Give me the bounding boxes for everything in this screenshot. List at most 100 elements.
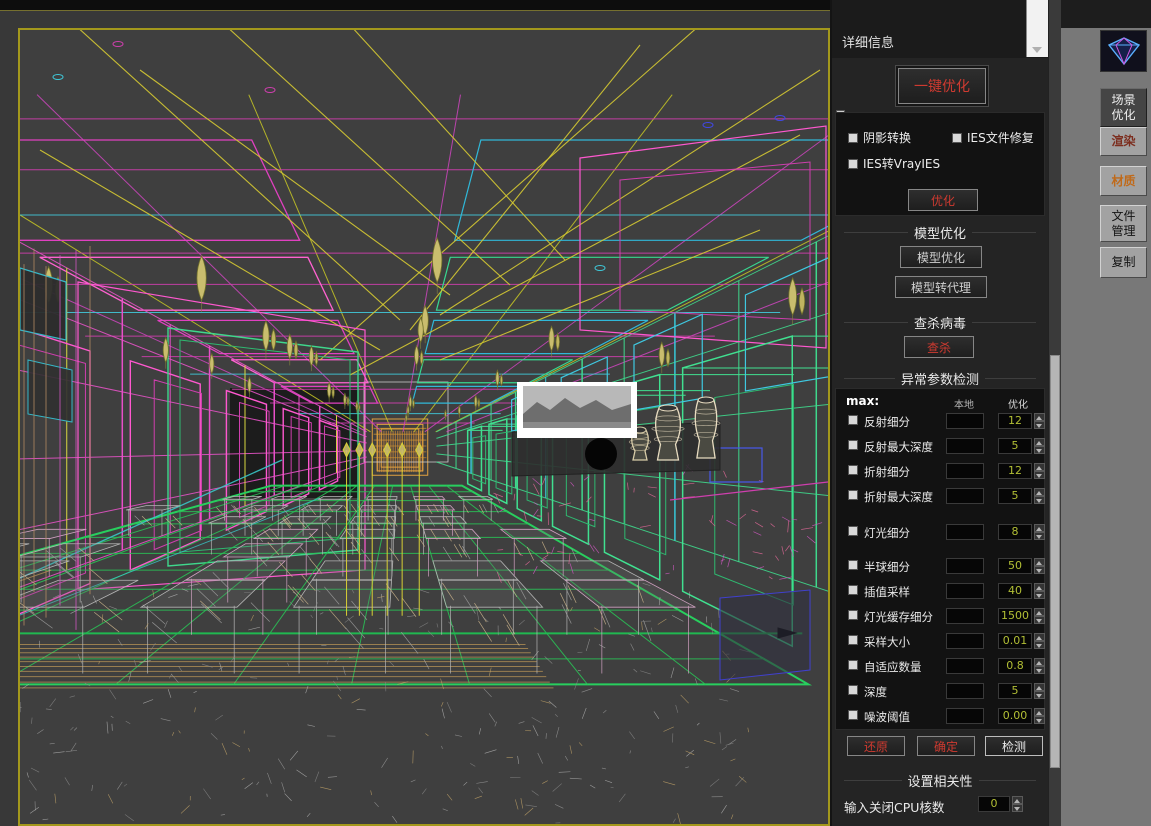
- checkbox-icon[interactable]: [848, 660, 858, 670]
- spinner-down-icon[interactable]: [1034, 591, 1045, 599]
- param-local-input[interactable]: [946, 608, 984, 624]
- spinner-up-icon[interactable]: [1034, 488, 1045, 496]
- spinner-down-icon[interactable]: [1034, 691, 1045, 699]
- chevron-down-icon[interactable]: [1032, 47, 1042, 53]
- spinner-down-icon[interactable]: [1034, 471, 1045, 479]
- param-optimized-input[interactable]: 50: [998, 558, 1032, 574]
- param-optimized-input[interactable]: 12: [998, 413, 1032, 429]
- viewport-canvas[interactable]: [18, 28, 830, 826]
- spinner-up-icon[interactable]: [1034, 524, 1045, 532]
- param-local-input[interactable]: [946, 683, 984, 699]
- spinner-down-icon[interactable]: [1034, 666, 1045, 674]
- param-spinner[interactable]: [1034, 488, 1045, 504]
- spinner-up-icon[interactable]: [1034, 683, 1045, 691]
- param-optimized-input[interactable]: 0.8: [998, 658, 1032, 674]
- param-spinner[interactable]: [1034, 438, 1045, 454]
- param-spinner[interactable]: [1034, 583, 1045, 599]
- checkbox-icon[interactable]: [848, 685, 858, 695]
- param-optimized-input[interactable]: 5: [998, 438, 1032, 454]
- spinner-down-icon[interactable]: [1034, 496, 1045, 504]
- checkbox-icon[interactable]: [848, 490, 858, 500]
- scrollbar-thumb[interactable]: [1050, 355, 1060, 768]
- param-local-input[interactable]: [946, 583, 984, 599]
- spinner-up-icon[interactable]: [1034, 438, 1045, 446]
- checkbox-icon[interactable]: [848, 526, 858, 536]
- param-spinner[interactable]: [1034, 683, 1045, 699]
- param-optimized-input[interactable]: 40: [998, 583, 1032, 599]
- param-optimized-input[interactable]: 5: [998, 488, 1032, 504]
- toolbar-tab-scene-optimize[interactable]: 场景优化: [1100, 88, 1147, 127]
- spinner-up-icon[interactable]: [1034, 658, 1045, 666]
- checkbox-icon[interactable]: [848, 560, 858, 570]
- spinner-up-icon[interactable]: [1012, 796, 1023, 804]
- param-optimized-input[interactable]: 12: [998, 463, 1032, 479]
- detail-scrollbar[interactable]: [1026, 0, 1048, 57]
- param-local-input[interactable]: [946, 488, 984, 504]
- spinner-down-icon[interactable]: [1034, 616, 1045, 624]
- checkbox-icon[interactable]: [848, 159, 858, 169]
- cpu-cores-input[interactable]: 0: [978, 796, 1010, 812]
- virus-scan-button[interactable]: 查杀: [904, 336, 974, 358]
- checkbox-icon[interactable]: [848, 710, 858, 720]
- checkbox-icon[interactable]: [848, 635, 858, 645]
- optimize-button[interactable]: 优化: [908, 189, 978, 211]
- checkbox-icon[interactable]: [848, 465, 858, 475]
- spinner-down-icon[interactable]: [1034, 566, 1045, 574]
- spinner-up-icon[interactable]: [1034, 608, 1045, 616]
- checkbox-icon[interactable]: [848, 440, 858, 450]
- one-click-optimize-button[interactable]: 一键优化: [898, 68, 986, 104]
- param-optimized-input[interactable]: 8: [998, 524, 1032, 540]
- spinner-up-icon[interactable]: [1034, 463, 1045, 471]
- model-optimize-button[interactable]: 模型优化: [900, 246, 982, 268]
- spinner-down-icon[interactable]: [1034, 446, 1045, 454]
- spinner-up-icon[interactable]: [1034, 633, 1045, 641]
- param-local-input[interactable]: [946, 413, 984, 429]
- spinner-up-icon[interactable]: [1034, 413, 1045, 421]
- param-local-input[interactable]: [946, 658, 984, 674]
- param-spinner[interactable]: [1034, 608, 1045, 624]
- param-spinner[interactable]: [1034, 524, 1045, 540]
- checkbox-icon[interactable]: [848, 133, 858, 143]
- toolbar-tab-file-manage[interactable]: 文件管理: [1100, 205, 1147, 242]
- checkbox-ies-to-vrayies[interactable]: IES转VrayIES: [848, 155, 940, 172]
- confirm-button[interactable]: 确定: [917, 736, 975, 756]
- param-spinner[interactable]: [1034, 558, 1045, 574]
- toolbar-tab-copy[interactable]: 复制: [1100, 247, 1147, 278]
- param-local-input[interactable]: [946, 524, 984, 540]
- model-to-proxy-button[interactable]: 模型转代理: [895, 276, 987, 298]
- param-spinner[interactable]: [1034, 463, 1045, 479]
- panel-scrollbar[interactable]: [1048, 0, 1061, 826]
- checkbox-icon[interactable]: [848, 585, 858, 595]
- toolbar-tab-material[interactable]: 材质: [1100, 166, 1147, 196]
- spinner-up-icon[interactable]: [1034, 583, 1045, 591]
- toolbar-tab-render[interactable]: 渲染: [1100, 127, 1147, 156]
- checkbox-ies-repair[interactable]: IES文件修复: [952, 129, 1034, 146]
- cpu-cores-spinner[interactable]: [1012, 796, 1023, 812]
- param-spinner[interactable]: [1034, 633, 1045, 649]
- param-spinner[interactable]: [1034, 708, 1045, 724]
- param-optimized-input[interactable]: 1500: [998, 608, 1032, 624]
- param-optimized-input[interactable]: 5: [998, 683, 1032, 699]
- checkbox-icon[interactable]: [952, 133, 962, 143]
- checkbox-icon[interactable]: [848, 610, 858, 620]
- param-local-input[interactable]: [946, 633, 984, 649]
- spinner-down-icon[interactable]: [1034, 716, 1045, 724]
- param-spinner[interactable]: [1034, 658, 1045, 674]
- spinner-down-icon[interactable]: [1034, 641, 1045, 649]
- spinner-down-icon[interactable]: [1034, 532, 1045, 540]
- param-spinner[interactable]: [1034, 413, 1045, 429]
- detect-button[interactable]: 检测: [985, 736, 1043, 756]
- param-optimized-input[interactable]: 0.01: [998, 633, 1032, 649]
- spinner-down-icon[interactable]: [1012, 804, 1023, 812]
- checkbox-icon[interactable]: [848, 415, 858, 425]
- param-local-input[interactable]: [946, 463, 984, 479]
- param-local-input[interactable]: [946, 558, 984, 574]
- spinner-up-icon[interactable]: [1034, 708, 1045, 716]
- vray-logo-icon[interactable]: [1100, 30, 1147, 72]
- spinner-down-icon[interactable]: [1034, 421, 1045, 429]
- restore-button[interactable]: 还原: [847, 736, 905, 756]
- param-optimized-input[interactable]: 0.00: [998, 708, 1032, 724]
- param-local-input[interactable]: [946, 708, 984, 724]
- param-local-input[interactable]: [946, 438, 984, 454]
- spinner-up-icon[interactable]: [1034, 558, 1045, 566]
